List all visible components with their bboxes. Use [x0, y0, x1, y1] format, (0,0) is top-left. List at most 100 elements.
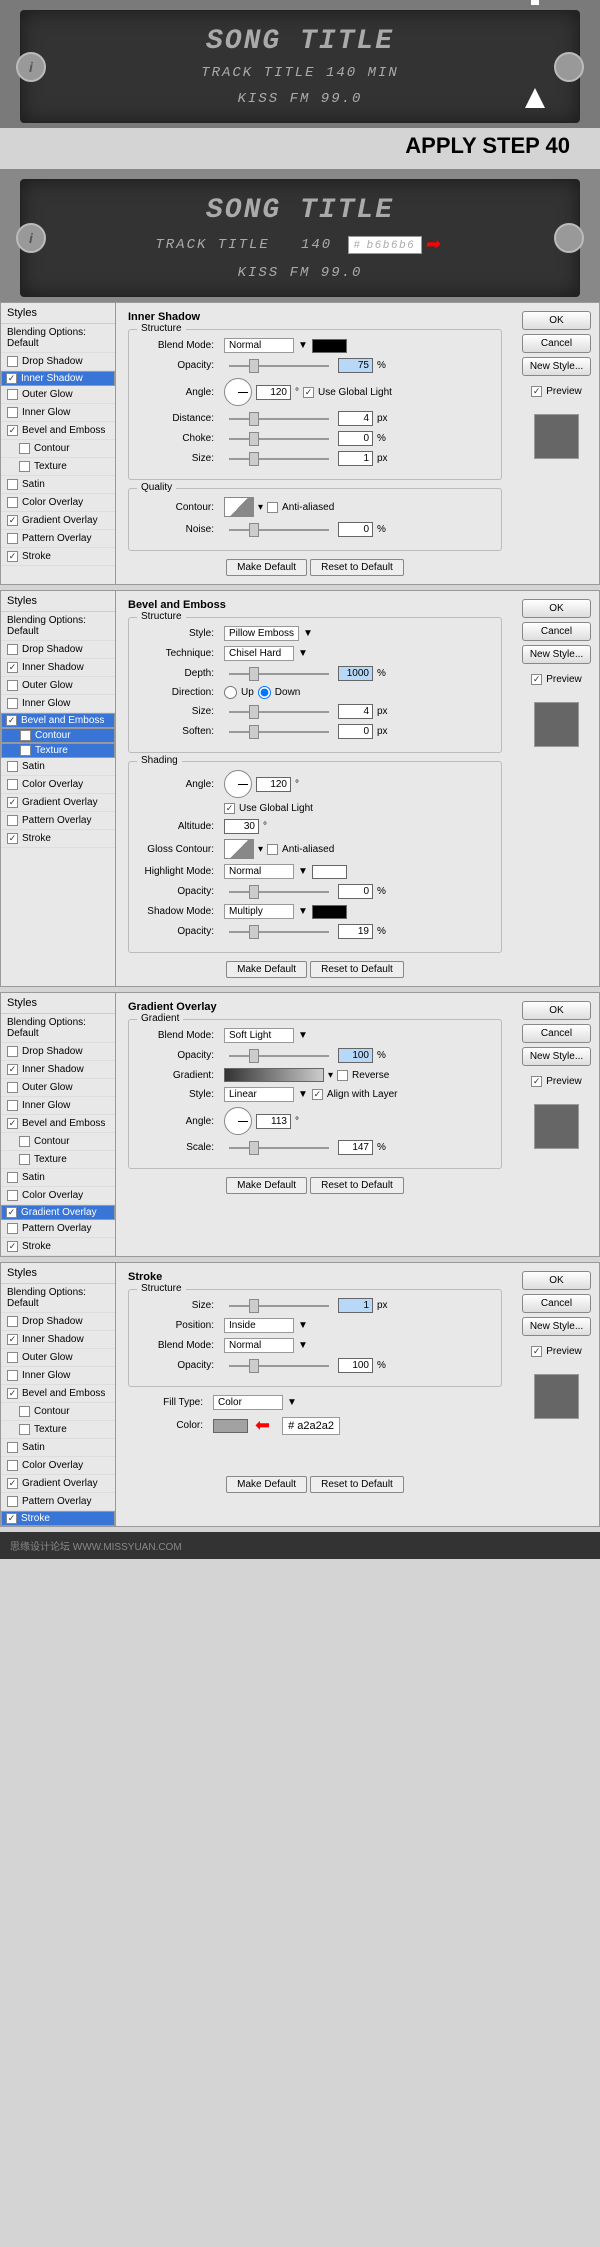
distance-input[interactable]: 4 [338, 411, 373, 426]
technique-select[interactable]: Chisel Hard [224, 646, 294, 661]
distance-slider[interactable] [229, 418, 329, 420]
shadow-opacity-input[interactable]: 19 [338, 924, 373, 939]
blending-options[interactable]: Blending Options: Default [1, 324, 115, 353]
style-drop-shadow[interactable]: Drop Shadow [1, 1043, 115, 1061]
scale-input[interactable]: 147 [338, 1140, 373, 1155]
make-default-button[interactable]: Make Default [226, 559, 307, 576]
style-inner-shadow[interactable]: ✓Inner Shadow [1, 659, 115, 677]
blending-options[interactable]: Blending Options: Default [1, 1284, 115, 1313]
choke-input[interactable]: 0 [338, 431, 373, 446]
preview-checkbox[interactable]: ✓ [531, 1346, 542, 1357]
direction-up-radio[interactable] [224, 686, 237, 699]
position-select[interactable]: Inside [224, 1318, 294, 1333]
size-slider[interactable] [229, 1305, 329, 1307]
size-input[interactable]: 4 [338, 704, 373, 719]
size-slider[interactable] [229, 711, 329, 713]
angle-input[interactable]: 113 [256, 1114, 291, 1129]
angle-dial[interactable] [224, 770, 252, 798]
make-default-button[interactable]: Make Default [226, 961, 307, 978]
make-default-button[interactable]: Make Default [226, 1476, 307, 1493]
style-bevel[interactable]: ✓Bevel and Emboss [1, 1115, 115, 1133]
depth-slider[interactable] [229, 673, 329, 675]
style-color-overlay[interactable]: Color Overlay [1, 776, 115, 794]
reverse-checkbox[interactable] [337, 1070, 348, 1081]
color-input-2[interactable]: # a2a2a2 [282, 1417, 340, 1435]
angle-input[interactable]: 120 [256, 777, 291, 792]
style-pattern-overlay[interactable]: Pattern Overlay [1, 1493, 115, 1511]
preview-checkbox[interactable]: ✓ [531, 674, 542, 685]
soften-slider[interactable] [229, 731, 329, 733]
style-contour[interactable]: Contour [1, 728, 115, 743]
highlight-mode-select[interactable]: Normal [224, 864, 294, 879]
style-outer-glow[interactable]: Outer Glow [1, 1079, 115, 1097]
style-inner-shadow[interactable]: ✓Inner Shadow [1, 371, 115, 386]
style-contour[interactable]: Contour [1, 1133, 115, 1151]
contour-picker[interactable] [224, 497, 254, 517]
bevel-style-select[interactable]: Pillow Emboss [224, 626, 299, 641]
highlight-opacity-slider[interactable] [229, 891, 329, 893]
style-gradient-overlay[interactable]: ✓Gradient Overlay [1, 1475, 115, 1493]
soften-input[interactable]: 0 [338, 724, 373, 739]
style-bevel[interactable]: ✓Bevel and Emboss [1, 1385, 115, 1403]
new-style-button[interactable]: New Style... [522, 1317, 591, 1336]
style-outer-glow[interactable]: Outer Glow [1, 386, 115, 404]
style-stroke[interactable]: ✓Stroke [1, 548, 115, 566]
opacity-input[interactable]: 100 [338, 1048, 373, 1063]
style-inner-glow[interactable]: Inner Glow [1, 1097, 115, 1115]
anti-alias-checkbox[interactable] [267, 502, 278, 513]
new-style-button[interactable]: New Style... [522, 645, 591, 664]
noise-slider[interactable] [229, 529, 329, 531]
style-outer-glow[interactable]: Outer Glow [1, 1349, 115, 1367]
ok-button[interactable]: OK [522, 599, 591, 618]
highlight-color-swatch[interactable] [312, 865, 347, 879]
highlight-opacity-input[interactable]: 0 [338, 884, 373, 899]
cancel-button[interactable]: Cancel [522, 334, 591, 353]
gradient-style-select[interactable]: Linear [224, 1087, 294, 1102]
style-color-overlay[interactable]: Color Overlay [1, 1457, 115, 1475]
style-drop-shadow[interactable]: Drop Shadow [1, 1313, 115, 1331]
anti-alias-checkbox[interactable] [267, 844, 278, 855]
global-light-checkbox[interactable]: ✓ [303, 387, 314, 398]
style-inner-glow[interactable]: Inner Glow [1, 695, 115, 713]
style-pattern-overlay[interactable]: Pattern Overlay [1, 812, 115, 830]
style-inner-glow[interactable]: Inner Glow [1, 1367, 115, 1385]
style-gradient-overlay[interactable]: ✓Gradient Overlay [1, 794, 115, 812]
style-stroke[interactable]: ✓Stroke [1, 1511, 115, 1526]
size-slider[interactable] [229, 458, 329, 460]
stroke-color-swatch[interactable] [213, 1419, 248, 1433]
style-inner-shadow[interactable]: ✓Inner Shadow [1, 1061, 115, 1079]
angle-dial[interactable] [224, 1107, 252, 1135]
style-texture[interactable]: Texture [1, 743, 115, 758]
size-input[interactable]: 1 [338, 451, 373, 466]
reset-default-button[interactable]: Reset to Default [310, 559, 404, 576]
direction-down-radio[interactable] [258, 686, 271, 699]
info-knob-left-2[interactable]: i [16, 223, 46, 253]
style-gradient-overlay[interactable]: ✓Gradient Overlay [1, 1205, 115, 1220]
new-style-button[interactable]: New Style... [522, 357, 591, 376]
preview-checkbox[interactable]: ✓ [531, 386, 542, 397]
style-gradient-overlay[interactable]: ✓Gradient Overlay [1, 512, 115, 530]
fill-type-select[interactable]: Color [213, 1395, 283, 1410]
style-pattern-overlay[interactable]: Pattern Overlay [1, 530, 115, 548]
style-satin[interactable]: Satin [1, 1439, 115, 1457]
gradient-picker[interactable] [224, 1068, 324, 1082]
opacity-slider[interactable] [229, 365, 329, 367]
global-light-checkbox[interactable]: ✓ [224, 803, 235, 814]
angle-input[interactable]: 120 [256, 385, 291, 400]
shadow-opacity-slider[interactable] [229, 931, 329, 933]
cancel-button[interactable]: Cancel [522, 622, 591, 641]
cancel-button[interactable]: Cancel [522, 1024, 591, 1043]
preview-checkbox[interactable]: ✓ [531, 1076, 542, 1087]
style-texture[interactable]: Texture [1, 1421, 115, 1439]
style-stroke[interactable]: ✓Stroke [1, 830, 115, 848]
style-inner-glow[interactable]: Inner Glow [1, 404, 115, 422]
opacity-input[interactable]: 100 [338, 1358, 373, 1373]
info-knob-left[interactable]: i [16, 52, 46, 82]
align-checkbox[interactable]: ✓ [312, 1089, 323, 1100]
size-input[interactable]: 1 [338, 1298, 373, 1313]
style-satin[interactable]: Satin [1, 1169, 115, 1187]
blend-mode-select[interactable]: Normal [224, 1338, 294, 1353]
style-pattern-overlay[interactable]: Pattern Overlay [1, 1220, 115, 1238]
angle-dial[interactable] [224, 378, 252, 406]
shadow-color-swatch[interactable] [312, 905, 347, 919]
